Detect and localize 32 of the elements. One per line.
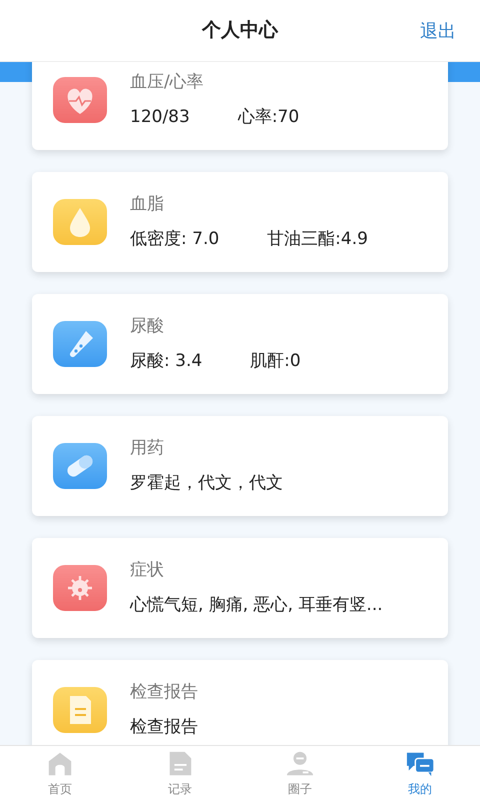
record-title: 检查报告 (130, 681, 198, 704)
page-title: 个人中心 (202, 18, 278, 44)
record-value: 肌酐:0 (250, 350, 301, 372)
record-card[interactable]: 血压/心率 120/83 心率:70 (32, 62, 448, 150)
test-tube-icon (53, 321, 107, 367)
record-value: 心率:70 (238, 106, 300, 128)
tab-item[interactable]: 记录 (120, 746, 240, 800)
tab-item[interactable]: 圈子 (240, 746, 360, 800)
record-card[interactable]: 血脂 低密度: 7.0 甘油三酯:4.9 (32, 172, 448, 272)
tab-item[interactable]: 我的 (360, 746, 480, 800)
drop-icon (53, 199, 107, 245)
record-value: 罗霍起，代文，代文 (130, 472, 283, 494)
record-title: 血压/心率 (130, 71, 205, 94)
tab-item[interactable]: 首页 (0, 746, 120, 800)
record-title: 血脂 (130, 193, 165, 216)
record-card[interactable]: 检查报告 检查报告 (32, 660, 448, 745)
record-value: 检查报告 (130, 716, 198, 738)
record-card[interactable]: 症状 心慌气短, 胸痛, 恶心, 耳垂有竖... (32, 538, 448, 638)
record-title: 用药 (130, 437, 165, 460)
record-title: 症状 (130, 559, 165, 582)
virus-icon (53, 565, 107, 611)
pill-icon (53, 443, 107, 489)
document-icon (53, 687, 107, 733)
record-value: 心慌气短, 胸痛, 恶心, 耳垂有竖... (130, 594, 383, 616)
record-value: 甘油三酯:4.9 (267, 228, 368, 250)
record-title: 尿酸 (130, 315, 165, 338)
record-card[interactable]: 用药 罗霍起，代文，代文 (32, 416, 448, 516)
record-card[interactable]: 尿酸 尿酸: 3.4 肌酐:0 (32, 294, 448, 394)
record-value: 尿酸: 3.4 (130, 350, 202, 372)
record-value: 低密度: 7.0 (130, 228, 220, 250)
logout-link[interactable]: 退出 (420, 18, 456, 45)
record-value: 120/83 (130, 106, 190, 128)
